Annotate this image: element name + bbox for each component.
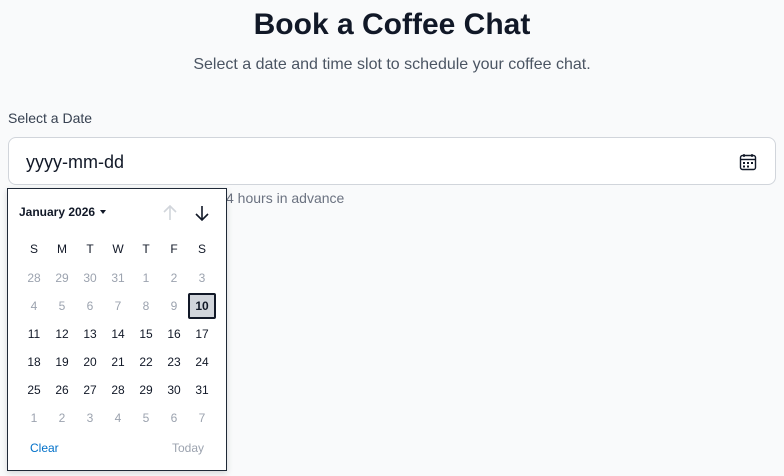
day-cell[interactable]: 13 (76, 321, 104, 347)
day-cell: 30 (83, 271, 97, 285)
weekday-header: F (170, 242, 178, 256)
weekday-header: S (197, 242, 206, 256)
day-cell[interactable]: 27 (76, 377, 104, 403)
day-cell: 1 (30, 411, 38, 425)
day-cell: 7 (114, 299, 122, 313)
day-cell[interactable]: 16 (160, 321, 188, 347)
day-cell[interactable]: 29 (132, 377, 160, 403)
day-cell[interactable]: 15 (132, 321, 160, 347)
previous-month-arrow-icon[interactable] (160, 203, 180, 223)
clear-button[interactable]: Clear (30, 441, 59, 455)
day-cell: 31 (111, 271, 125, 285)
page-title: Book a Coffee Chat (253, 8, 531, 41)
date-hint-text: 4 hours in advance (226, 190, 345, 206)
weekday-header: T (86, 242, 94, 256)
day-cell: 2 (170, 271, 178, 285)
day-cell[interactable]: 31 (188, 377, 216, 403)
day-cell-selected[interactable]: 10 (188, 293, 216, 319)
day-cell[interactable]: 11 (20, 321, 48, 347)
today-button[interactable]: Today (172, 441, 204, 455)
day-cell: 3 (198, 271, 206, 285)
day-cell: 6 (170, 411, 178, 425)
day-cell[interactable]: 23 (160, 349, 188, 375)
day-cell[interactable]: 25 (20, 377, 48, 403)
weekday-header: S (29, 242, 38, 256)
day-cell: 4 (30, 299, 38, 313)
day-cell[interactable]: 14 (104, 321, 132, 347)
day-cell[interactable]: 19 (48, 349, 76, 375)
day-cell: 1 (142, 271, 150, 285)
weekday-header: T (142, 242, 150, 256)
date-field-label: Select a Date (8, 110, 93, 126)
month-year-label: January 2026 (19, 205, 96, 219)
day-cell[interactable]: 28 (104, 377, 132, 403)
day-cell: 2 (58, 411, 66, 425)
day-cell: 4 (114, 411, 122, 425)
day-cell[interactable]: 17 (188, 321, 216, 347)
page-subtitle: Select a date and time slot to schedule … (193, 56, 591, 73)
day-cell: 3 (86, 411, 94, 425)
day-cell: 5 (58, 299, 66, 313)
day-cell[interactable]: 18 (20, 349, 48, 375)
day-cell: 8 (142, 299, 150, 313)
weekday-header: W (112, 242, 124, 256)
next-month-arrow-icon[interactable] (192, 203, 212, 223)
day-cell: 6 (86, 299, 94, 313)
caret-down-icon (100, 210, 107, 214)
day-cell: 28 (27, 271, 41, 285)
date-picker-popup: January 2026 S M T W T F S 28 29 30 31 1 2 3 4 5 6 7 8 9 10 1… (7, 188, 227, 471)
day-cell[interactable]: 30 (160, 377, 188, 403)
calendar-icon[interactable] (739, 153, 757, 171)
day-cell: 5 (142, 411, 150, 425)
date-input-value: yyyy-mm-dd (26, 152, 124, 172)
day-cell: 29 (55, 271, 69, 285)
date-input[interactable]: yyyy-mm-dd (8, 137, 776, 185)
day-cell[interactable]: 24 (188, 349, 216, 375)
day-cell[interactable]: 21 (104, 349, 132, 375)
weekday-header: M (57, 242, 67, 256)
month-year-select[interactable]: January 2026 (19, 205, 107, 219)
day-cell[interactable]: 26 (48, 377, 76, 403)
day-cell[interactable]: 22 (132, 349, 160, 375)
day-cell: 7 (198, 411, 206, 425)
day-cell[interactable]: 20 (76, 349, 104, 375)
day-cell: 9 (170, 299, 178, 313)
day-cell[interactable]: 12 (48, 321, 76, 347)
